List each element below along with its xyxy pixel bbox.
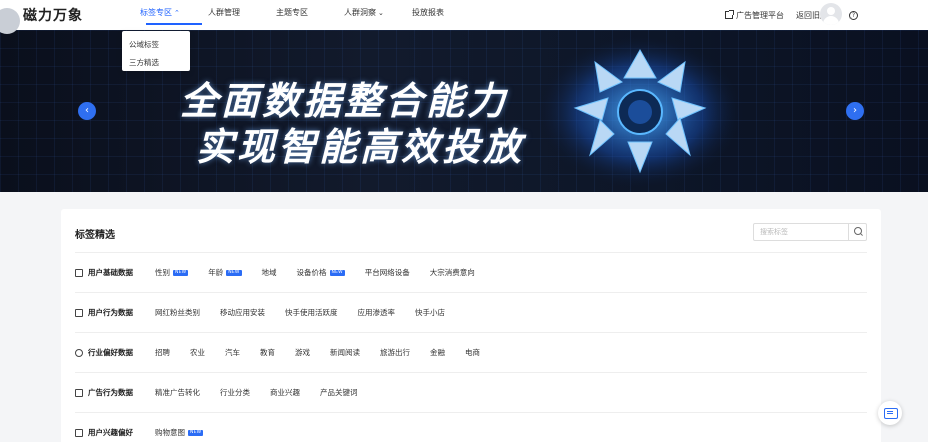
tag-list: 招聘 农业 汽车 教育 游戏 新闻阅读 旅游出行 金融 电商	[155, 347, 500, 358]
tag-item[interactable]: 应用渗透率	[358, 307, 396, 318]
category-name: 行业偏好数据	[75, 347, 155, 358]
new-badge: NEW	[173, 269, 189, 276]
behavior-icon	[75, 308, 83, 317]
brand-logo[interactable]: 磁力万象	[23, 5, 83, 25]
tag-item[interactable]: 快手小店	[415, 307, 445, 318]
nav-audience-insight[interactable]: 人群洞察 ⌄	[344, 0, 412, 30]
category-row: 广告行为数据 精准广告转化 行业分类 商业兴趣 产品关键词	[75, 372, 867, 412]
tag-item[interactable]: 招聘	[155, 347, 170, 358]
category-name: 用户行为数据	[75, 307, 155, 318]
tag-item[interactable]: 地域	[262, 267, 277, 278]
chat-support-icon[interactable]	[878, 401, 902, 425]
tag-search-input[interactable]	[754, 224, 848, 240]
tag-item[interactable]: 年龄 NEW	[208, 267, 242, 278]
chevron-up-icon: ⌃	[174, 9, 180, 17]
new-badge: NEW	[329, 269, 345, 276]
caret-icon: ⌄	[848, 14, 854, 21]
banner-prev-button[interactable]: ‹	[78, 102, 96, 120]
interest-icon	[75, 428, 83, 437]
section-title: 标签精选	[75, 230, 115, 241]
banner-next-button[interactable]: ›	[846, 102, 864, 120]
category-row: 用户基础数据 性别 NEW 年龄 NEW 地域 设备价格 NEW 平台网络设备 大宗消…	[75, 252, 867, 292]
tag-item[interactable]: 平台网络设备	[365, 267, 410, 278]
tag-item[interactable]: 金融	[430, 347, 445, 358]
nav-delivery-report[interactable]: 投放报表	[412, 0, 480, 30]
avatar[interactable]	[820, 3, 842, 25]
category-name: 用户基础数据	[75, 267, 155, 278]
tag-item[interactable]: 汽车	[225, 347, 240, 358]
tag-item[interactable]: 购物意图 NEW	[155, 427, 204, 438]
tag-list: 购物意图 NEW	[155, 427, 223, 438]
tag-item[interactable]: 新闻阅读	[330, 347, 360, 358]
nav-audience-mgmt[interactable]: 人群管理	[208, 0, 276, 30]
tag-item[interactable]: 产品关键词	[320, 387, 358, 398]
ad-behavior-icon	[75, 388, 83, 397]
category-name: 广告行为数据	[75, 387, 155, 398]
tag-list: 性别 NEW 年龄 NEW 地域 设备价格 NEW 平台网络设备 大宗消费意向	[155, 267, 495, 278]
new-badge: NEW	[226, 269, 242, 276]
banner-headline-2: 实现智能高效投放	[196, 125, 525, 169]
tag-item[interactable]: 旅游出行	[380, 347, 410, 358]
tag-search-box	[753, 223, 867, 241]
nav-theme-zone[interactable]: 主题专区	[276, 0, 344, 30]
top-header: 磁力万象 标签专区 ⌃ 人群管理 主题专区 人群洞察 ⌄ 投放报表 广告管理平台 返…	[0, 0, 928, 34]
ad-platform-link[interactable]: 广告管理平台	[725, 10, 784, 21]
tag-item[interactable]: 行业分类	[220, 387, 250, 398]
external-link-icon	[725, 10, 734, 19]
tag-item[interactable]: 大宗消费意向	[430, 267, 475, 278]
tag-item[interactable]: 商业兴趣	[270, 387, 300, 398]
tag-item[interactable]: 游戏	[295, 347, 310, 358]
tag-list: 网红粉丝类别 移动应用安装 快手使用活跃度 应用渗透率 快手小店	[155, 307, 465, 318]
tag-zone-dropdown: 公域标签 三方精选	[122, 31, 190, 71]
tag-item[interactable]: 农业	[190, 347, 205, 358]
search-icon[interactable]	[848, 224, 866, 240]
dropdown-item-public-tags[interactable]: 公域标签	[122, 36, 190, 54]
tag-item[interactable]: 网红粉丝类别	[155, 307, 200, 318]
tag-item[interactable]: 移动应用安装	[220, 307, 265, 318]
banner-3d-art	[535, 34, 745, 190]
tag-selection-card: 标签精选 用户基础数据 性别NEW 年龄NEW 地域 设备价格NEW 平台网络设…	[61, 209, 881, 442]
nav-tag-zone[interactable]: 标签专区 ⌃	[140, 0, 208, 30]
tag-list: 精准广告转化 行业分类 商业兴趣 产品关键词	[155, 387, 378, 398]
industry-icon	[75, 348, 83, 357]
category-row: 用户兴趣偏好 购物意图 NEW	[75, 412, 867, 442]
tag-item[interactable]: 快手使用活跃度	[285, 307, 338, 318]
tag-item[interactable]: 性别 NEW	[155, 267, 189, 278]
tag-item[interactable]: 设备价格 NEW	[297, 267, 345, 278]
category-row: 行业偏好数据 招聘 农业 汽车 教育 游戏 新闻阅读 旅游出行 金融 电商	[75, 332, 867, 372]
tag-item[interactable]: 教育	[260, 347, 275, 358]
tag-item[interactable]: 电商	[465, 347, 480, 358]
user-card-icon	[75, 268, 83, 277]
chevron-down-icon: ⌄	[378, 9, 384, 17]
category-row: 用户行为数据 网红粉丝类别 移动应用安装 快手使用活跃度 应用渗透率 快手小店	[75, 292, 867, 332]
dropdown-item-third-party[interactable]: 三方精选	[122, 54, 190, 72]
category-name: 用户兴趣偏好	[75, 427, 155, 438]
new-badge: NEW	[188, 429, 204, 436]
main-nav: 标签专区 ⌃ 人群管理 主题专区 人群洞察 ⌄ 投放报表	[140, 0, 480, 30]
tag-item[interactable]: 精准广告转化	[155, 387, 200, 398]
